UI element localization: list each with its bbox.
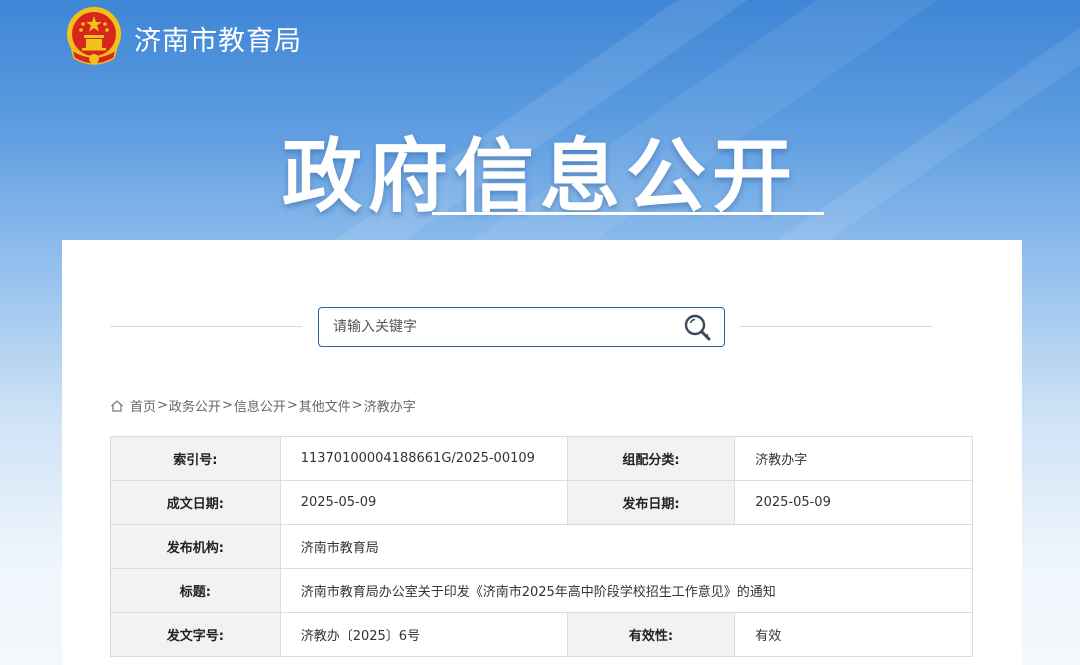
- breadcrumb-separator: >: [157, 398, 168, 413]
- table-row: 成文日期: 2025-05-09 发布日期: 2025-05-09: [110, 480, 973, 525]
- created-date-label: 成文日期:: [110, 480, 281, 525]
- breadcrumb-separator: >: [286, 398, 298, 413]
- breadcrumb-current[interactable]: 济教办字: [364, 396, 416, 415]
- search-box: [318, 307, 725, 347]
- site-header: 济南市教育局: [62, 4, 302, 72]
- breadcrumb-other-docs[interactable]: 其他文件: [299, 396, 351, 415]
- divider-left: [110, 326, 302, 327]
- published-date-label: 发布日期:: [566, 480, 736, 525]
- index-value: 11370100004188661G/2025-00109: [279, 436, 568, 481]
- index-label: 索引号:: [110, 436, 281, 481]
- breadcrumb-separator: >: [351, 398, 363, 413]
- content-panel: 首页 > 政务公开 > 信息公开 > 其他文件 > 济教办字 索引号: 1137…: [62, 240, 1022, 665]
- divider-right: [740, 326, 932, 327]
- title-underline: [432, 212, 824, 215]
- national-emblem-icon[interactable]: [62, 4, 126, 72]
- breadcrumb-home[interactable]: 首页: [130, 396, 156, 415]
- home-icon: [111, 399, 123, 412]
- agency-name[interactable]: 济南市教育局: [134, 19, 302, 58]
- published-date-value: 2025-05-09: [734, 480, 973, 525]
- table-row: 发布机构: 济南市教育局: [110, 524, 974, 569]
- table-row: 标题: 济南市教育局办公室关于印发《济南市2025年高中阶段学校招生工作意见》的…: [110, 568, 974, 613]
- title-value: 济南市教育局办公室关于印发《济南市2025年高中阶段学校招生工作意见》的通知: [279, 568, 974, 613]
- created-date-value: 2025-05-09: [279, 480, 568, 525]
- validity-value: 有效: [734, 612, 973, 657]
- breadcrumb-info-disclosure[interactable]: 信息公开: [234, 396, 286, 415]
- breadcrumb: 首页 > 政务公开 > 信息公开 > 其他文件 > 济教办字: [110, 396, 416, 415]
- page-title: 政府信息公开: [282, 130, 798, 223]
- validity-label: 有效性:: [566, 612, 736, 657]
- doc-number-value: 济教办〔2025〕6号: [279, 612, 568, 657]
- issuer-label: 发布机构:: [110, 524, 281, 569]
- category-value: 济教办字: [734, 436, 973, 481]
- document-info-table: 索引号: 11370100004188661G/2025-00109 组配分类:…: [110, 436, 974, 657]
- doc-number-label: 发文字号:: [110, 612, 281, 657]
- search-icon[interactable]: [682, 312, 714, 344]
- category-label: 组配分类:: [566, 436, 736, 481]
- table-row: 发文字号: 济教办〔2025〕6号 有效性: 有效: [110, 612, 973, 657]
- issuer-value: 济南市教育局: [279, 524, 974, 569]
- table-row: 索引号: 11370100004188661G/2025-00109 组配分类:…: [110, 436, 973, 481]
- title-label: 标题:: [110, 568, 281, 613]
- search-input[interactable]: [333, 316, 673, 338]
- breadcrumb-gov-affairs[interactable]: 政务公开: [169, 396, 221, 415]
- breadcrumb-separator: >: [221, 398, 233, 413]
